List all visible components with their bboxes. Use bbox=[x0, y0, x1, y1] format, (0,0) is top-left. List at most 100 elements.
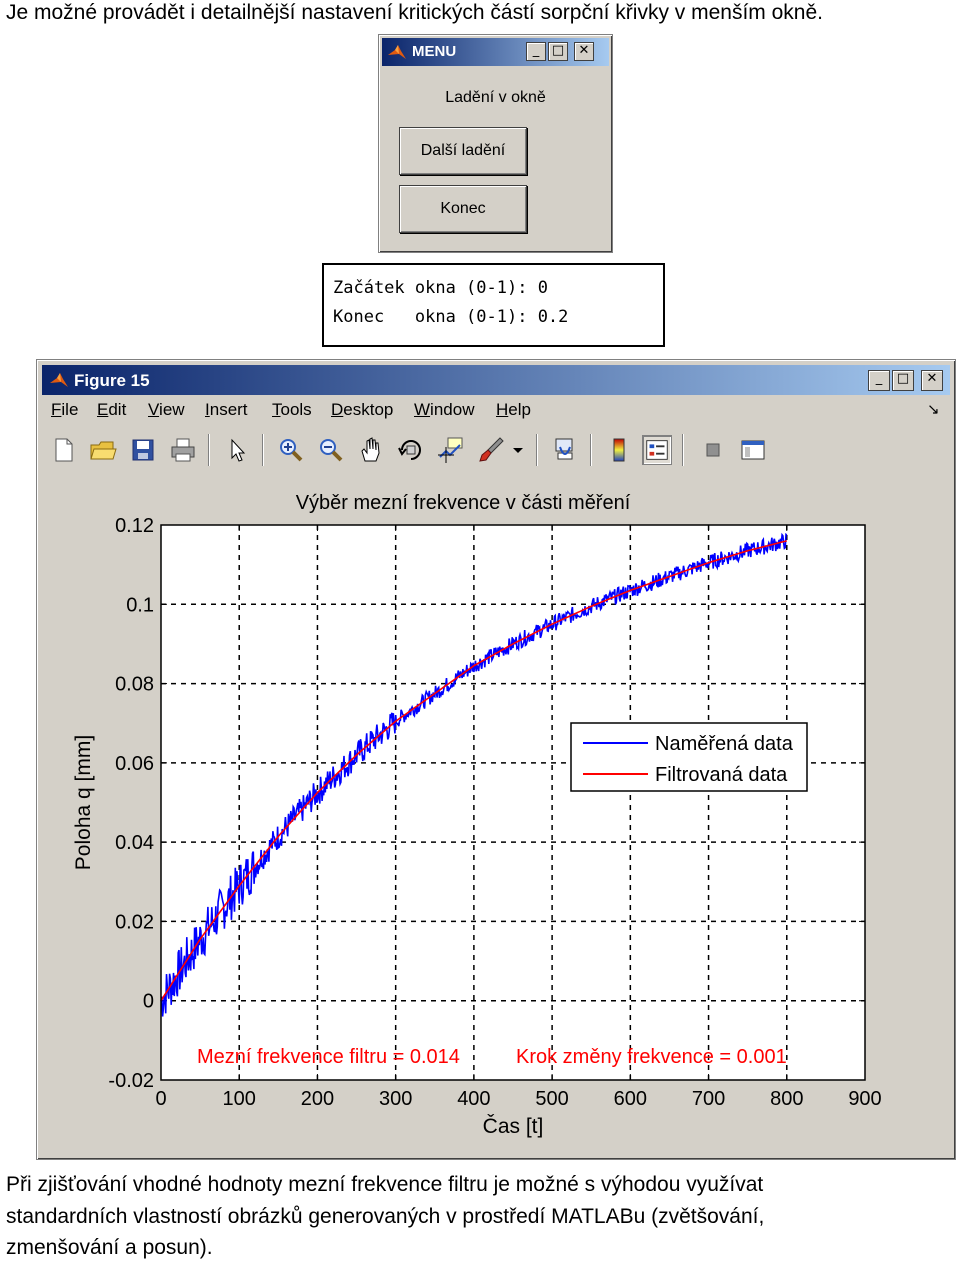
toolbar-separator bbox=[208, 434, 210, 466]
menu-tools-shortcut: T bbox=[272, 400, 281, 419]
menu-help-shortcut: H bbox=[496, 400, 509, 419]
console-line-start: Začátek okna (0-1): 0 bbox=[333, 278, 548, 298]
menu-insert-rest: nsert bbox=[209, 400, 248, 419]
new-figure-icon[interactable] bbox=[48, 435, 78, 465]
menu-window-rest: indow bbox=[430, 400, 475, 419]
legend-label: Filtrovaná data bbox=[655, 764, 788, 786]
save-icon[interactable] bbox=[128, 435, 158, 465]
maximize-button[interactable]: □ bbox=[892, 370, 914, 391]
menu-desktop-rest: esktop bbox=[343, 400, 394, 419]
x-tick-label: 800 bbox=[770, 1088, 803, 1110]
plot-svg[interactable]: 0 100 200 300 400 500 600 700 800 900-0.0200.020.… bbox=[42, 473, 950, 1154]
y-tick-label: 0.02 bbox=[115, 911, 154, 933]
rotate-3d-icon[interactable] bbox=[396, 435, 426, 465]
footer-text-line-1: Při zjišťování vhodné hodnoty mezní frek… bbox=[6, 1173, 764, 1196]
menu-file-rest: ile bbox=[61, 400, 79, 419]
brush-icon[interactable] bbox=[476, 435, 506, 465]
console-line-end: Konec okna (0-1): 0.2 bbox=[333, 307, 569, 327]
maximize-icon: □ bbox=[551, 43, 565, 58]
y-tick-label: 0.08 bbox=[115, 674, 154, 696]
maximize-icon: □ bbox=[896, 371, 910, 386]
footer-text-line-2: standardních vlastností obrázků generova… bbox=[6, 1205, 765, 1228]
print-icon[interactable] bbox=[168, 435, 198, 465]
link-plot-icon[interactable] bbox=[550, 435, 580, 465]
show-plot-tools-icon[interactable] bbox=[738, 435, 768, 465]
menu-help[interactable]: Help bbox=[496, 400, 531, 420]
insert-colorbar-icon[interactable] bbox=[604, 435, 634, 465]
intro-text: Je možné provádět i detailnější nastaven… bbox=[6, 1, 824, 24]
y-tick-label: 0.12 bbox=[115, 515, 154, 537]
konec-button[interactable]: Konec bbox=[399, 185, 527, 233]
menu-file-shortcut: F bbox=[51, 400, 62, 419]
menu-window[interactable]: Window bbox=[414, 400, 474, 420]
menu-title-bar[interactable]: MENU _ □ ✕ bbox=[382, 38, 609, 66]
matlab-logo-icon bbox=[50, 373, 68, 387]
menu-view[interactable]: View bbox=[148, 400, 185, 420]
zoom-in-icon[interactable] bbox=[276, 435, 306, 465]
axes-background bbox=[161, 525, 865, 1080]
x-tick-label: 400 bbox=[457, 1088, 490, 1110]
menu-insert[interactable]: Insert bbox=[205, 400, 248, 420]
menu-file[interactable]: File bbox=[51, 400, 78, 420]
figure-window-title: Figure 15 bbox=[74, 371, 150, 390]
toolbar-separator bbox=[682, 434, 684, 466]
menu-desktop[interactable]: Desktop bbox=[331, 400, 393, 420]
hide-plot-tools-icon[interactable] bbox=[698, 435, 728, 465]
menu-edit[interactable]: Edit bbox=[97, 400, 126, 420]
menu-tools-rest: ools bbox=[280, 400, 312, 419]
chevron-down-icon[interactable] bbox=[508, 435, 528, 465]
menu-view-shortcut: V bbox=[148, 400, 160, 419]
annotation-cutoff-frequency: Mezní frekvence filtru = 0.014 bbox=[197, 1046, 460, 1068]
x-tick-label: 500 bbox=[535, 1088, 568, 1110]
menu-window: MENU _ □ ✕ Ladění v okně Další ladění Ko… bbox=[378, 34, 613, 253]
matlab-logo-icon bbox=[388, 45, 406, 59]
open-file-icon[interactable] bbox=[88, 435, 118, 465]
y-tick-label: 0.1 bbox=[126, 594, 154, 616]
menu-help-rest: elp bbox=[508, 400, 531, 419]
close-button[interactable]: ✕ bbox=[921, 370, 943, 391]
x-tick-label: 700 bbox=[692, 1088, 725, 1110]
x-tick-label: 300 bbox=[379, 1088, 412, 1110]
x-tick-label: 200 bbox=[301, 1088, 334, 1110]
x-tick-label: 0 bbox=[155, 1088, 166, 1110]
toolbar-separator bbox=[262, 434, 264, 466]
dalsi-ladeni-button[interactable]: Další ladění bbox=[399, 127, 527, 175]
close-icon: ✕ bbox=[926, 371, 938, 386]
x-tick-label: 100 bbox=[223, 1088, 256, 1110]
minimize-icon: _ bbox=[532, 43, 540, 58]
figure-window: Figure 15 _ □ ✕ File Edit View Insert To… bbox=[36, 359, 956, 1160]
y-tick-label: 0.04 bbox=[115, 832, 154, 854]
figure-toolbar bbox=[42, 430, 950, 470]
y-tick-label: 0 bbox=[143, 991, 154, 1013]
y-tick-label: 0.06 bbox=[115, 753, 154, 775]
annotation-frequency-step: Krok změny frekvence = 0.001 bbox=[516, 1046, 787, 1068]
chart-title: Výběr mezní frekvence v části měření bbox=[296, 492, 631, 514]
console-box: Začátek okna (0-1): 0 Konec okna (0-1): … bbox=[322, 263, 665, 347]
close-icon: ✕ bbox=[578, 43, 590, 58]
close-button[interactable]: ✕ bbox=[574, 42, 594, 61]
figure-canvas: 0 100 200 300 400 500 600 700 800 900 -0.02 0 0.02 0.… bbox=[42, 473, 950, 1154]
data-cursor-icon[interactable] bbox=[436, 435, 466, 465]
menu-label: Ladění v okně bbox=[445, 89, 546, 106]
y-tick-label: -0.02 bbox=[108, 1070, 154, 1092]
toolbar-separator bbox=[536, 434, 538, 466]
insert-legend-icon[interactable] bbox=[642, 435, 672, 465]
toolbar-separator bbox=[590, 434, 592, 466]
x-axis-label: Čas [t] bbox=[483, 1115, 544, 1138]
minimize-button[interactable]: _ bbox=[526, 42, 546, 61]
zoom-out-icon[interactable] bbox=[316, 435, 346, 465]
x-tick-label: 600 bbox=[614, 1088, 647, 1110]
edit-plot-arrow-icon[interactable] bbox=[222, 435, 252, 465]
dock-arrow-icon[interactable]: ↘ bbox=[927, 400, 940, 418]
menu-window-shortcut: W bbox=[414, 400, 431, 419]
menu-tools[interactable]: Tools bbox=[272, 400, 312, 420]
menu-desktop-shortcut: D bbox=[331, 400, 344, 419]
minimize-button[interactable]: _ bbox=[868, 370, 890, 391]
footer-text-line-3: zmenšování a posun). bbox=[6, 1236, 213, 1259]
y-axis-label: Poloha q [mm] bbox=[72, 735, 95, 870]
pan-hand-icon[interactable] bbox=[356, 435, 386, 465]
menu-view-rest: iew bbox=[159, 400, 185, 419]
figure-title-bar[interactable]: Figure 15 _ □ ✕ bbox=[42, 365, 950, 395]
menu-edit-rest: dit bbox=[108, 400, 127, 419]
maximize-button[interactable]: □ bbox=[548, 42, 568, 61]
